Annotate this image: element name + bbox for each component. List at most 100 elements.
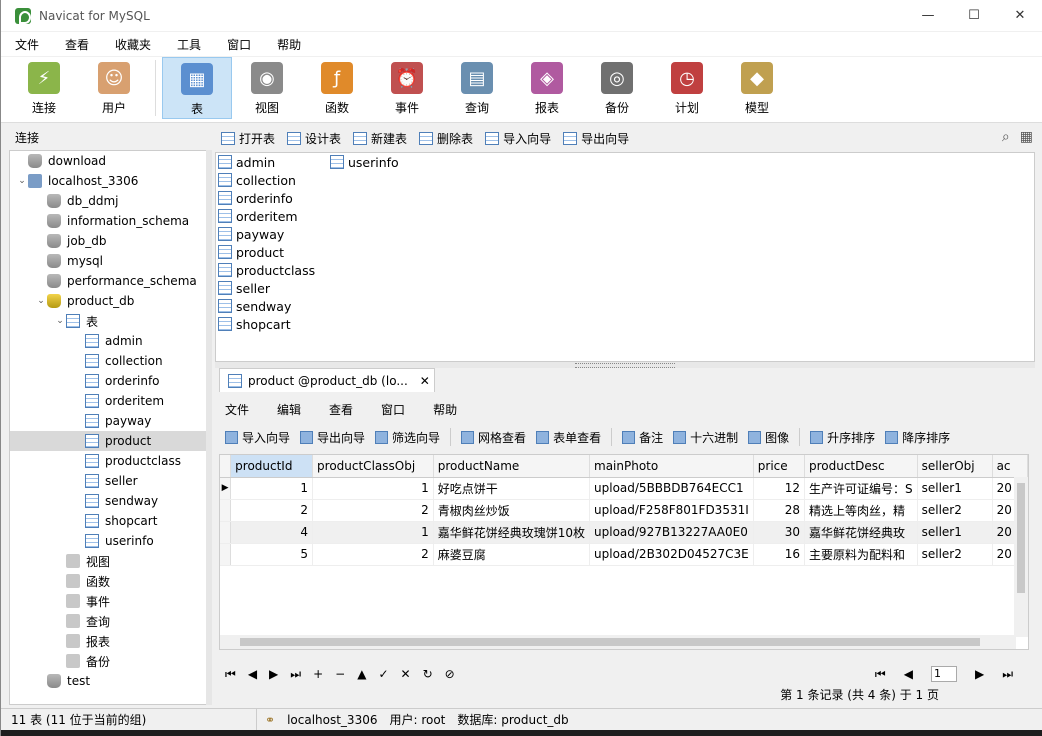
object-item-sendway[interactable]: sendway — [218, 297, 291, 315]
table-cell[interactable]: 青椒肉丝炒饭 — [433, 499, 591, 522]
tree-scrollbar[interactable] — [206, 150, 212, 705]
tree-item-seller[interactable]: seller — [10, 471, 138, 491]
data-menu-file[interactable]: 文件 — [225, 401, 249, 418]
table-cell[interactable]: 生产许可证编号：S — [804, 477, 918, 500]
object-item-seller[interactable]: seller — [218, 279, 270, 297]
tree-item-payway[interactable]: payway — [10, 411, 151, 431]
tree-item-productclass[interactable]: productclass — [10, 451, 181, 471]
tree-expand-icon[interactable]: ⌄ — [35, 296, 47, 306]
page-number-input[interactable]: 1 — [930, 666, 957, 682]
table-cell[interactable]: 麻婆豆腐 — [433, 543, 591, 566]
toolbar-backup-button[interactable]: ◎ 备份 — [582, 57, 652, 119]
table-cell[interactable]: 4 — [230, 521, 314, 544]
import-wizard-button[interactable]: 导入向导 — [485, 130, 551, 147]
tree-item--[interactable]: ⌄ 表 — [10, 311, 98, 331]
tree-item--[interactable]: 事件 — [10, 591, 110, 611]
table-cell[interactable]: seller2 — [917, 499, 993, 522]
image-button[interactable]: 图像 — [748, 429, 789, 446]
page-first-button[interactable]: ⏮ — [875, 667, 886, 682]
column-header-productDesc[interactable]: productDesc — [804, 455, 918, 478]
tree-item-userinfo[interactable]: userinfo — [10, 531, 154, 551]
new-table-button[interactable]: 新建表 — [353, 130, 407, 147]
minimize-button[interactable]: — — [905, 0, 951, 31]
tree-item-download[interactable]: download — [10, 151, 106, 171]
menu-file[interactable]: 文件 — [7, 36, 47, 53]
toolbar-table-button[interactable]: ▦ 表 — [162, 57, 232, 119]
grid-horizontal-scrollbar[interactable] — [220, 635, 1016, 649]
search-icon[interactable]: ⌕ — [1002, 129, 1010, 145]
table-row[interactable]: ▶ 1 1 好吃点饼干 upload/5BBBDB764ECC1 12 生产许可证编号：S s… — [220, 477, 1028, 500]
table-cell[interactable]: 5 — [230, 543, 314, 566]
toolbar-model-button[interactable]: ◆ 模型 — [722, 57, 792, 119]
tab-close-icon[interactable]: ✕ — [420, 374, 430, 388]
toolbar-user-button[interactable]: ☺ 用户 — [79, 57, 149, 119]
data-menu-edit[interactable]: 编辑 — [277, 401, 301, 418]
table-cell[interactable]: upload/2B302D04527C3E — [589, 543, 754, 566]
export-wizard-button[interactable]: 导出向导 — [563, 130, 629, 147]
table-cell[interactable]: 12 — [753, 477, 805, 500]
design-table-button[interactable]: 设计表 — [287, 130, 341, 147]
sort-desc-button[interactable]: 降序排序 — [885, 429, 950, 446]
menu-tools[interactable]: 工具 — [169, 36, 209, 53]
object-item-orderinfo[interactable]: orderinfo — [218, 189, 293, 207]
menu-help[interactable]: 帮助 — [269, 36, 309, 53]
table-cell[interactable]: seller2 — [917, 543, 993, 566]
tree-item-orderinfo[interactable]: orderinfo — [10, 371, 160, 391]
tree-item--[interactable]: 查询 — [10, 611, 110, 631]
toolbar-query-button[interactable]: ▤ 查询 — [442, 57, 512, 119]
hex-button[interactable]: 十六进制 — [673, 429, 738, 446]
tree-item--[interactable]: 报表 — [10, 631, 110, 651]
nav-cancel-button[interactable]: ✕ — [401, 667, 411, 681]
object-item-shopcart[interactable]: shopcart — [218, 315, 291, 333]
grid-view-icon[interactable]: ▦ — [1020, 129, 1033, 145]
table-cell[interactable]: seller1 — [917, 477, 993, 500]
table-cell[interactable]: 好吃点饼干 — [433, 477, 591, 500]
menu-window[interactable]: 窗口 — [219, 36, 259, 53]
toolbar-view-button[interactable]: ◉ 视图 — [232, 57, 302, 119]
tree-item-product[interactable]: product — [10, 431, 208, 451]
object-item-admin[interactable]: admin — [218, 153, 275, 171]
data-menu-view[interactable]: 查看 — [329, 401, 353, 418]
tree-expand-icon[interactable]: ⌄ — [16, 176, 28, 186]
column-header-ac[interactable]: ac — [992, 455, 1028, 478]
object-item-payway[interactable]: payway — [218, 225, 284, 243]
tree-item-information-schema[interactable]: information_schema — [10, 211, 189, 231]
toolbar-report-button[interactable]: ◈ 报表 — [512, 57, 582, 119]
filter-wizard-button[interactable]: 筛选向导 — [375, 429, 440, 446]
table-row[interactable]: 2 2 青椒肉丝炒饭 upload/F258F801FD3531I 28 精选上等肉丝，精… — [220, 499, 1028, 522]
grid-vertical-scrollbar[interactable] — [1014, 477, 1028, 637]
tree-expand-icon[interactable]: ⌄ — [54, 316, 66, 326]
memo-button[interactable]: 备注 — [622, 429, 663, 446]
data-menu-help[interactable]: 帮助 — [433, 401, 457, 418]
column-header-price[interactable]: price — [753, 455, 805, 478]
nav-stop-button[interactable]: ⊘ — [445, 667, 455, 681]
maximize-button[interactable]: ☐ — [951, 0, 997, 31]
table-cell[interactable]: 主要原料为配料和 — [804, 543, 918, 566]
tree-item-admin[interactable]: admin — [10, 331, 143, 351]
tree-item-job-db[interactable]: job_db — [10, 231, 107, 251]
table-cell[interactable]: 1 — [312, 477, 434, 500]
table-cell[interactable]: 2 — [230, 499, 314, 522]
menu-favorites[interactable]: 收藏夹 — [107, 36, 159, 53]
table-cell[interactable]: 2 — [312, 499, 434, 522]
object-item-productclass[interactable]: productclass — [218, 261, 315, 279]
column-header-productClassObj[interactable]: productClassObj — [312, 455, 434, 478]
tree-item-sendway[interactable]: sendway — [10, 491, 158, 511]
table-row[interactable]: 4 1 嘉华鲜花饼经典玫瑰饼10枚 upload/927B13227AA0E0 30 嘉华… — [220, 521, 1028, 544]
column-header-productName[interactable]: productName — [433, 455, 591, 478]
table-cell[interactable]: 30 — [753, 521, 805, 544]
tab-product[interactable]: product @product_db (lo... ✕ — [219, 368, 435, 392]
page-next-button[interactable]: ▶ — [975, 667, 984, 681]
page-last-button[interactable]: ⏭ — [1002, 667, 1013, 682]
nav-apply-button[interactable]: ✓ — [378, 667, 388, 681]
nav-prev-button[interactable]: ◀ — [248, 667, 257, 681]
table-cell[interactable]: upload/927B13227AA0E0 — [589, 521, 754, 544]
table-cell[interactable]: upload/F258F801FD3531I — [589, 499, 754, 522]
nav-last-button[interactable]: ⏭ — [290, 667, 301, 682]
page-prev-button[interactable]: ◀ — [904, 667, 913, 681]
tree-item--[interactable]: 备份 — [10, 651, 110, 671]
column-header-productId[interactable]: productId — [230, 455, 314, 478]
column-header-mainPhoto[interactable]: mainPhoto — [589, 455, 754, 478]
nav-refresh-button[interactable]: ↻ — [423, 667, 433, 681]
grid-view-button[interactable]: 网格查看 — [461, 429, 526, 446]
